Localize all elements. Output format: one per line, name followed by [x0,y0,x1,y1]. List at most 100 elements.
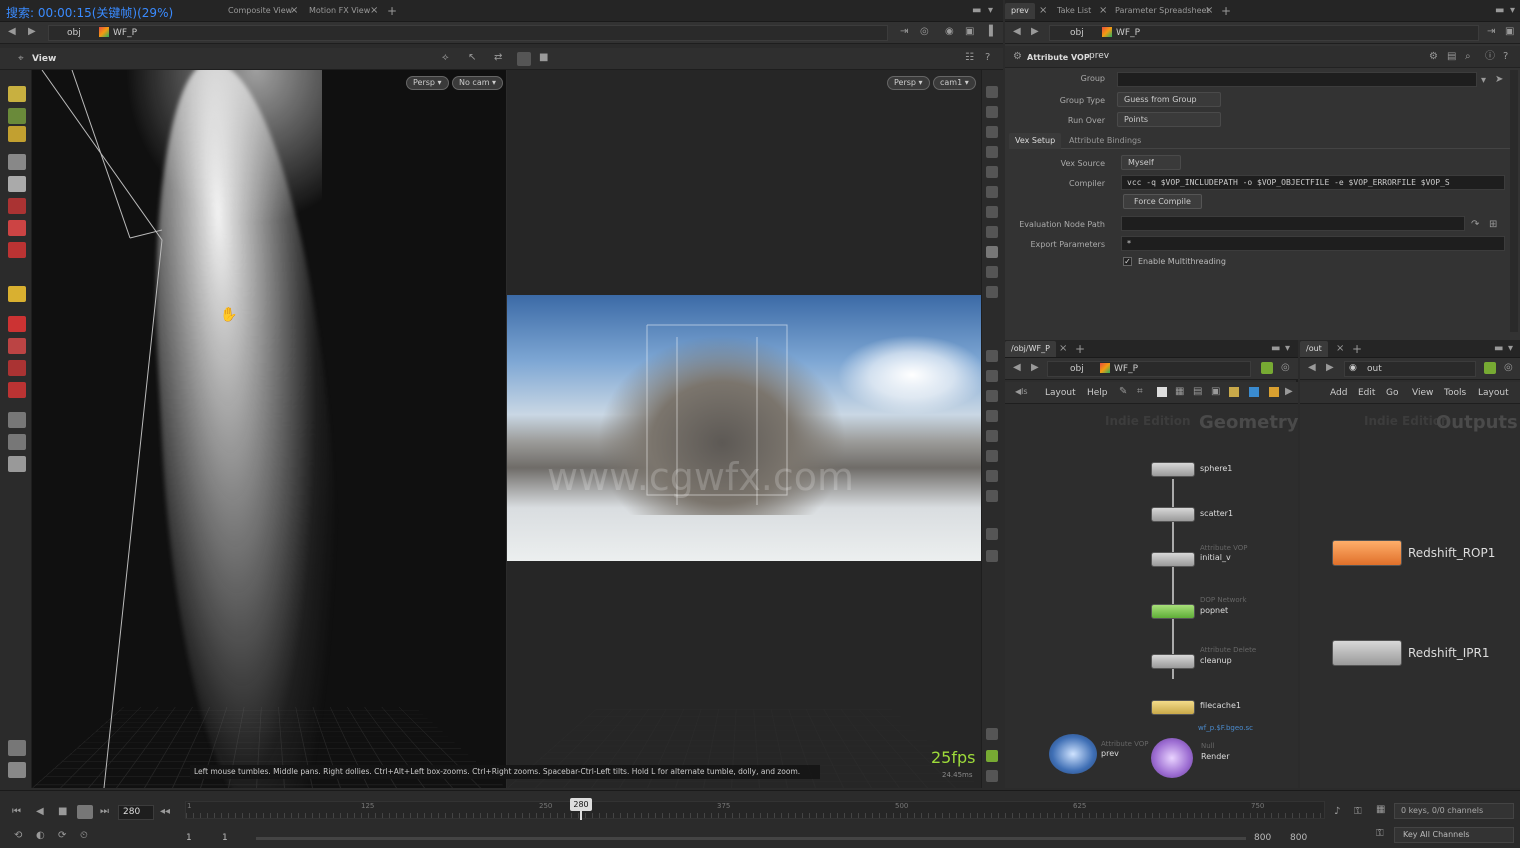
add-tab-icon[interactable]: + [1221,5,1231,17]
guide-icon[interactable] [986,266,998,278]
wrench-icon[interactable]: ✎ [1119,387,1127,397]
end-frame[interactable]: 800 [1254,833,1271,843]
point-icon[interactable] [986,206,998,218]
path-root[interactable]: obj [1070,364,1084,374]
forward-arrow-icon[interactable]: ▶ [1031,363,1039,373]
path-node[interactable]: out [1367,364,1382,374]
node-initial-v[interactable] [1151,552,1195,567]
realtime-icon[interactable]: ⟲ [14,831,22,841]
audio-icon[interactable]: ♪ [1334,807,1340,817]
net-path-field[interactable]: obj WF_P [1047,361,1251,377]
menu-help[interactable]: Help [1087,388,1108,398]
tab-composite-view[interactable]: Composite View [222,3,298,19]
network-canvas-right[interactable]: Indie Edition Outputs Redshift_ROP1 Reds… [1300,404,1520,788]
tab-net-path[interactable]: /obj/WF_P [1005,341,1056,357]
snap-icon[interactable]: ⟡ [442,53,449,63]
forward-arrow-icon[interactable]: ▶ [28,27,36,37]
brush-icon[interactable] [8,108,26,124]
start-frame-2[interactable]: 1 [222,833,228,843]
force-compile-button[interactable]: Force Compile [1123,194,1202,209]
audio2-icon[interactable]: ◐ [36,831,45,841]
tab-vex-setup[interactable]: Vex Setup [1009,133,1062,149]
info-icon[interactable] [986,728,998,740]
link-icon[interactable]: ◎ [1281,363,1290,373]
chevron-down-icon[interactable]: ▾ [1510,6,1515,16]
image-icon[interactable] [1249,387,1259,397]
sticky-note-icon[interactable] [1229,387,1239,397]
menu-layout[interactable]: Layout [1478,388,1509,398]
path-field[interactable]: obj WF_P [48,25,888,41]
parm-path-field[interactable]: obj WF_P [1049,25,1479,41]
particle-icon[interactable] [986,490,998,502]
menu-go[interactable]: Go [1386,388,1398,398]
persp-menu-left[interactable]: Persp ▾ [406,76,449,90]
tab-prev[interactable]: prev [1005,3,1035,19]
persp-menu-right[interactable]: Persp ▾ [887,76,930,90]
template-icon[interactable] [986,390,998,402]
menu-tools[interactable]: Tools [1444,388,1466,398]
pin-icon[interactable] [1261,362,1273,374]
brush2-icon[interactable] [8,740,26,756]
multithread-checkbox[interactable]: ✓ [1123,257,1132,266]
menu-view[interactable]: View [1412,388,1433,398]
close-icon[interactable]: × [1336,344,1344,354]
chevron-right-icon[interactable]: ▶ [1285,387,1293,397]
layout-icon[interactable]: ▤ [1193,387,1202,397]
tab-attribute-bindings[interactable]: Attribute Bindings [1063,133,1147,149]
sticky-icon[interactable] [8,86,26,102]
stop-icon[interactable]: ■ [539,53,548,63]
arrow-icon[interactable]: ➤ [1495,75,1503,85]
viewport-right[interactable]: www.cgwfx.com Persp ▾ cam1 ▾ 25fps 24.45… [507,70,981,788]
chevron-down-icon[interactable]: ▾ [988,6,993,16]
jump-icon[interactable]: ↷ [1471,220,1479,230]
back-arrow-icon[interactable]: ◀ [1013,363,1021,373]
node-redshift-rop1[interactable] [1332,540,1402,566]
close-icon[interactable]: × [1099,6,1107,16]
run-over-menu[interactable]: Points [1117,112,1221,127]
tab-out[interactable]: /out [1300,341,1328,357]
dopesheet-icon[interactable]: ▦ [1376,805,1385,815]
export-field[interactable]: * [1121,236,1505,251]
grid-icon[interactable] [986,430,998,442]
skip-start-icon[interactable]: ⏮ [12,807,21,817]
node-redshift-ipr1[interactable] [1332,640,1402,666]
node-cleanup[interactable] [1151,654,1195,669]
magnet-tool-icon[interactable] [8,360,26,376]
step-back-icon[interactable]: ◀ [36,807,44,817]
transform-icon[interactable]: ⇄ [494,53,502,63]
eval-path-field[interactable] [1121,216,1465,231]
keyframe-prev-icon[interactable]: ◂◂ [160,807,170,817]
menu-layout[interactable]: Layout [1045,388,1076,398]
magnet-icon[interactable] [8,338,26,354]
render-region-icon[interactable] [986,528,998,540]
pin2-icon[interactable] [986,226,998,238]
flip-tool-icon[interactable] [8,382,26,398]
node-sphere1[interactable] [1151,462,1195,477]
render-tool-icon[interactable] [8,434,26,450]
scale-tool-icon[interactable] [8,242,26,258]
close-icon[interactable]: × [1059,344,1067,354]
key-icon[interactable]: ⚿ [1354,807,1362,817]
pin-icon[interactable]: ⇥ [900,27,908,37]
wire-icon[interactable] [986,186,998,198]
camera-tool-icon[interactable] [8,456,26,472]
viewport-left[interactable]: Persp ▾ No cam ▾ ✋ [32,70,506,788]
cam-menu-left[interactable]: No cam ▾ [452,76,504,90]
paint-icon[interactable] [8,126,26,142]
layout-icon[interactable]: ▣ [965,27,974,37]
xray-icon[interactable] [986,410,998,422]
snap2-icon[interactable] [986,350,998,362]
forward-arrow-icon[interactable]: ▶ [1031,27,1039,37]
close-icon[interactable]: × [1039,6,1047,16]
back-arrow-icon[interactable]: ◀ [1308,363,1316,373]
start-frame[interactable]: 1 [186,833,192,843]
pane-menu-icon[interactable]: ▬ [1495,6,1504,16]
tab-motion-fx-view[interactable]: Motion FX View [303,3,376,19]
pin-icon[interactable] [1484,362,1496,374]
help-icon[interactable]: ? [985,53,990,63]
close-icon[interactable]: × [370,6,378,16]
tree-icon[interactable]: ⌗ [1137,387,1143,397]
group-field[interactable] [1117,72,1477,87]
loop-icon[interactable]: ⟳ [58,831,66,841]
save-icon[interactable]: ▤ [1447,52,1456,62]
